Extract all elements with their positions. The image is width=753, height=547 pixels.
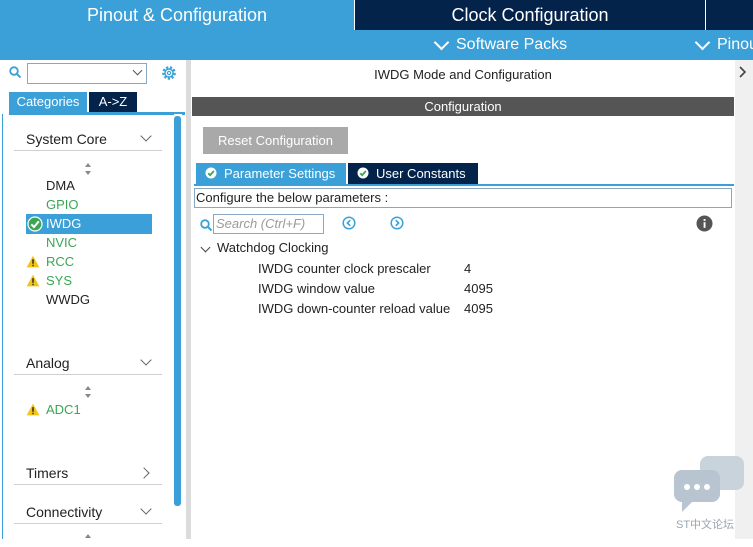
tab-label: Parameter Settings bbox=[224, 166, 336, 181]
software-packs-label: Software Packs bbox=[456, 36, 568, 53]
section-label: Timers bbox=[26, 465, 69, 481]
tab-underline bbox=[9, 112, 185, 115]
section-connectivity[interactable]: Connectivity bbox=[14, 501, 162, 524]
section-label: Connectivity bbox=[26, 504, 103, 520]
chevron-down-icon bbox=[433, 34, 450, 50]
chevron-right-icon[interactable] bbox=[739, 66, 747, 78]
previous-match-icon[interactable] bbox=[342, 216, 356, 230]
section-analog[interactable]: Analog bbox=[14, 352, 162, 375]
watermark-text: ST中文论坛 bbox=[676, 519, 735, 531]
list-item-gpio[interactable]: GPIO bbox=[46, 196, 79, 214]
tab-categories[interactable]: Categories bbox=[9, 92, 87, 112]
scrollbar-thumb[interactable] bbox=[174, 116, 181, 506]
param-value[interactable]: 4095 bbox=[464, 281, 493, 296]
list-item-label: SYS bbox=[46, 273, 73, 288]
check-circle-icon bbox=[205, 167, 217, 179]
panel-border bbox=[2, 114, 3, 539]
list-item-label: ADC1 bbox=[46, 402, 81, 417]
section-timers[interactable]: Timers bbox=[14, 462, 162, 485]
search-icon bbox=[200, 219, 212, 231]
list-item-label: IWDG bbox=[46, 216, 82, 231]
chevron-right-icon bbox=[138, 467, 150, 479]
param-value[interactable]: 4 bbox=[464, 261, 471, 276]
list-item-iwdg[interactable]: IWDG bbox=[26, 214, 152, 234]
param-value[interactable]: 4095 bbox=[464, 301, 493, 316]
chevron-down-icon bbox=[140, 130, 152, 142]
tab-label: User Constants bbox=[376, 166, 466, 181]
list-item-sys[interactable]: SYS bbox=[26, 272, 73, 290]
param-name[interactable]: IWDG down-counter reload value bbox=[258, 301, 450, 316]
chevron-down-icon bbox=[694, 34, 711, 50]
tab-a-to-z[interactable]: A->Z bbox=[89, 92, 137, 112]
chevron-down-icon bbox=[140, 503, 152, 515]
list-item-rcc[interactable]: RCC bbox=[26, 253, 75, 271]
pinout-menu[interactable]: Pinout bbox=[694, 30, 753, 60]
chevron-down-icon bbox=[140, 354, 152, 366]
tab-clock-configuration[interactable]: Clock Configuration bbox=[355, 0, 705, 30]
gear-icon[interactable] bbox=[160, 64, 178, 82]
list-item-label: RCC bbox=[46, 254, 75, 269]
warning-icon bbox=[26, 255, 40, 268]
section-label: System Core bbox=[26, 131, 107, 147]
next-match-icon[interactable] bbox=[390, 216, 404, 230]
param-name[interactable]: IWDG counter clock prescaler bbox=[258, 261, 431, 276]
section-system-core[interactable]: System Core bbox=[14, 128, 162, 151]
configure-hint: Configure the below parameters : bbox=[194, 188, 732, 208]
pinout-menu-label: Pinout bbox=[717, 36, 753, 53]
tab-overflow[interactable] bbox=[706, 0, 753, 30]
sort-icon[interactable] bbox=[84, 162, 92, 176]
check-circle-icon bbox=[357, 167, 369, 179]
tab-parameter-settings[interactable]: Parameter Settings bbox=[196, 163, 346, 184]
check-circle-icon bbox=[27, 216, 43, 232]
category-search-input[interactable] bbox=[27, 63, 147, 84]
watermark: ST中文论坛 bbox=[672, 456, 750, 534]
warning-icon bbox=[26, 403, 40, 416]
search-icon bbox=[9, 66, 21, 78]
sub-toolbar: Software Packs Pinout bbox=[0, 30, 753, 60]
sort-icon[interactable] bbox=[84, 533, 92, 547]
chevron-down-icon[interactable] bbox=[200, 242, 211, 253]
info-icon[interactable] bbox=[696, 215, 713, 232]
list-item-dma[interactable]: DMA bbox=[46, 177, 75, 195]
tab-user-constants[interactable]: User Constants bbox=[348, 163, 478, 184]
tab-underline bbox=[194, 184, 734, 186]
list-item-wwdg[interactable]: WWDG bbox=[46, 291, 90, 309]
chat-bubbles-icon bbox=[674, 456, 744, 512]
section-label: Analog bbox=[26, 355, 70, 371]
warning-icon bbox=[26, 274, 40, 287]
chevron-down-icon[interactable] bbox=[132, 65, 143, 76]
mode-title: IWDG Mode and Configuration bbox=[374, 67, 552, 82]
group-label: Watchdog Clocking bbox=[217, 240, 329, 255]
sort-icon[interactable] bbox=[84, 385, 92, 399]
tab-pinout-configuration[interactable]: Pinout & Configuration bbox=[0, 0, 354, 30]
configuration-header: Configuration bbox=[192, 97, 734, 116]
software-packs-menu[interactable]: Software Packs bbox=[433, 30, 568, 60]
list-item-adc1[interactable]: ADC1 bbox=[26, 401, 81, 419]
parameter-search-input[interactable]: Search (Ctrl+F) bbox=[213, 214, 324, 234]
reset-configuration-button[interactable]: Reset Configuration bbox=[203, 127, 348, 154]
panel-splitter[interactable] bbox=[186, 60, 191, 539]
list-item-nvic[interactable]: NVIC bbox=[46, 234, 77, 252]
param-name[interactable]: IWDG window value bbox=[258, 281, 375, 296]
